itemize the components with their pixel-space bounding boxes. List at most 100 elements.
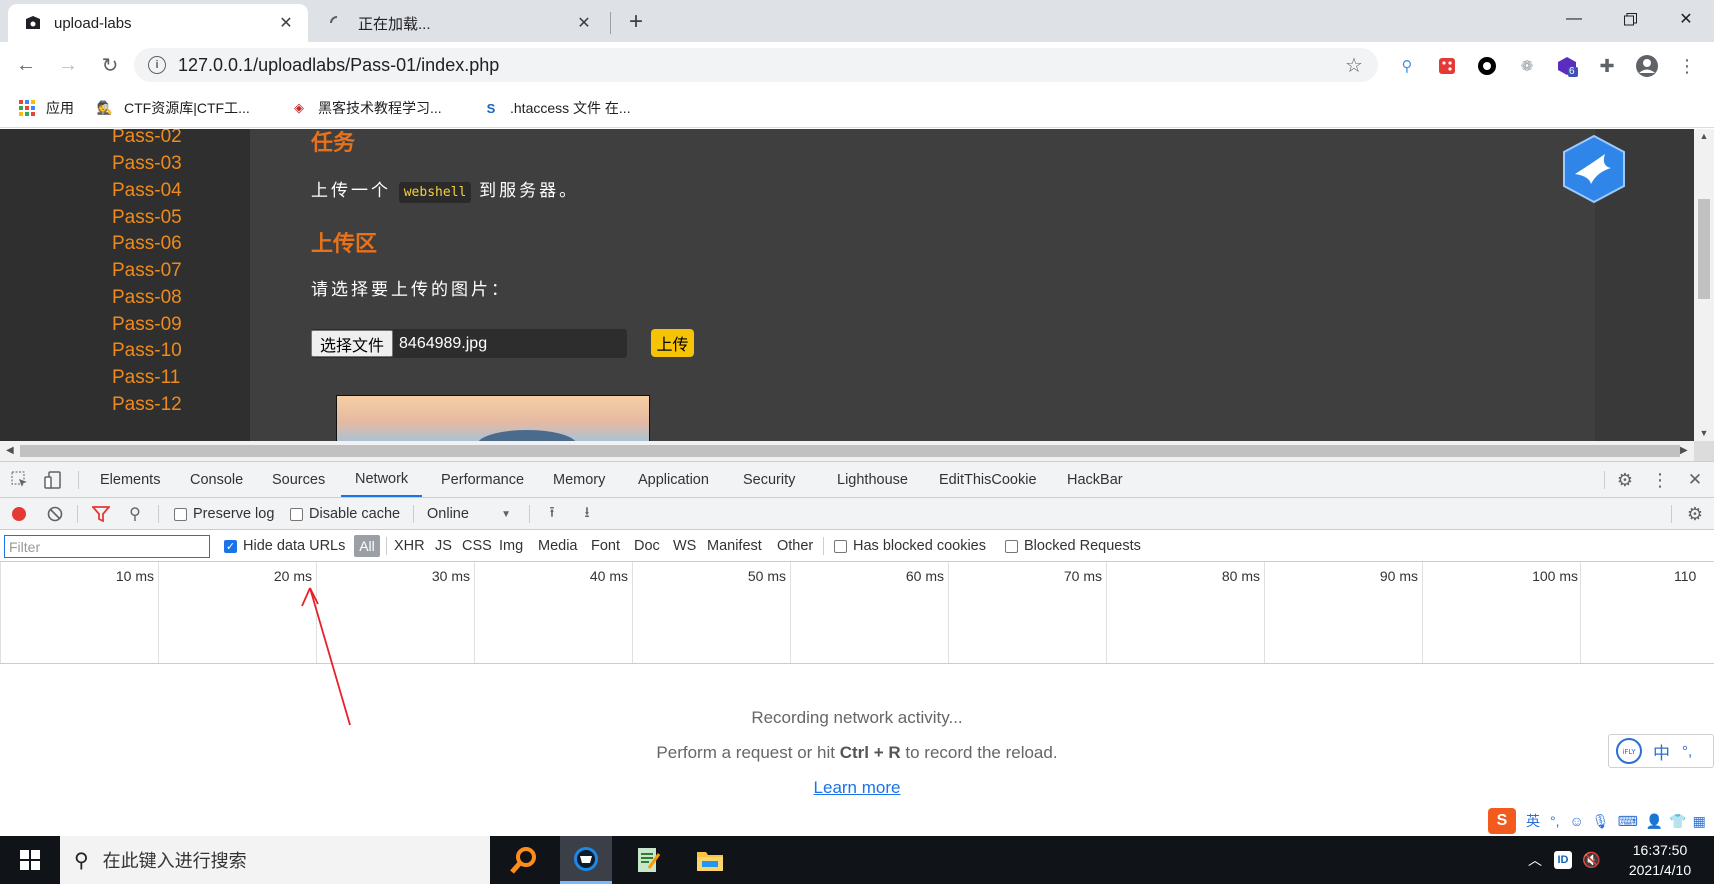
devtools-close-icon[interactable]: ✕ bbox=[1684, 470, 1706, 490]
search-icon[interactable]: ⚲ bbox=[126, 505, 144, 523]
filter-type-doc[interactable]: Doc bbox=[634, 538, 660, 554]
bookmark-apps[interactable]: 应用 bbox=[18, 96, 74, 120]
sidebar-item-pass-09[interactable]: Pass-09 bbox=[112, 314, 182, 336]
record-icon[interactable] bbox=[10, 505, 28, 523]
address-bar[interactable]: i 127.0.0.1/uploadlabs/Pass-01/index.php… bbox=[134, 48, 1378, 82]
new-tab-button[interactable]: + bbox=[622, 8, 650, 36]
checkbox-box[interactable] bbox=[290, 507, 303, 521]
restore-icon[interactable] bbox=[1602, 0, 1658, 38]
filter-type-css[interactable]: CSS bbox=[462, 538, 492, 554]
minimize-icon[interactable]: — bbox=[1546, 0, 1602, 38]
tab-lighthouse[interactable]: Lighthouse bbox=[837, 462, 908, 497]
reload-icon[interactable]: ↻ bbox=[96, 51, 124, 79]
filter-type-all[interactable]: All bbox=[354, 535, 380, 557]
export-har-icon[interactable]: ⭳ bbox=[578, 504, 596, 523]
sidebar-item-pass-03[interactable]: Pass-03 bbox=[112, 153, 182, 175]
settings-gear-icon[interactable]: ⚙ bbox=[1614, 470, 1636, 490]
tab-hackbar[interactable]: HackBar bbox=[1067, 462, 1123, 497]
scroll-thumb[interactable] bbox=[20, 445, 1680, 457]
location-pin-icon[interactable]: ⚲ bbox=[1395, 54, 1419, 78]
import-har-icon[interactable]: ⭱ bbox=[543, 504, 561, 523]
filter-type-font[interactable]: Font bbox=[591, 538, 620, 554]
tab-console[interactable]: Console bbox=[190, 462, 243, 497]
scroll-thumb[interactable] bbox=[1698, 199, 1710, 299]
clear-icon[interactable] bbox=[46, 505, 64, 523]
device-toolbar-icon[interactable] bbox=[43, 470, 63, 490]
file-explorer-icon[interactable] bbox=[684, 836, 736, 884]
dice-extension-icon[interactable] bbox=[1435, 54, 1459, 78]
scroll-left-icon[interactable]: ◀ bbox=[6, 445, 14, 456]
tray-expand-icon[interactable]: ︿ bbox=[1528, 850, 1542, 870]
tab-elements[interactable]: Elements bbox=[100, 462, 160, 497]
sidebar-item-pass-07[interactable]: Pass-07 bbox=[112, 260, 182, 282]
ring-extension-icon[interactable] bbox=[1475, 54, 1499, 78]
taskbar-clock[interactable]: 16:37:50 2021/4/10 bbox=[1620, 840, 1700, 880]
sogou-status-bar[interactable]: S 英 °, ☺ 🎙 ⌨ 👤 👕 ▦ bbox=[1488, 806, 1714, 836]
sidebar-item-pass-04[interactable]: Pass-04 bbox=[112, 180, 182, 202]
profile-avatar-icon[interactable] bbox=[1635, 54, 1659, 78]
upload-button[interactable]: 上传 bbox=[651, 329, 694, 357]
tab-security[interactable]: Security bbox=[743, 462, 795, 497]
choose-file-button[interactable]: 选择文件 bbox=[311, 330, 394, 357]
learn-more-link[interactable]: Learn more bbox=[814, 778, 901, 797]
tab-close-icon[interactable]: ✕ bbox=[574, 13, 594, 33]
window-close-icon[interactable]: ✕ bbox=[1658, 0, 1714, 38]
filter-type-manifest[interactable]: Manifest bbox=[707, 538, 762, 554]
hide-data-urls-checkbox[interactable]: ✓ Hide data URLs bbox=[224, 530, 345, 562]
tab-editthiscookie[interactable]: EditThisCookie bbox=[939, 462, 1037, 497]
cluster-extension-icon[interactable]: ❁ bbox=[1515, 54, 1539, 78]
filter-type-js[interactable]: JS bbox=[435, 538, 452, 554]
scroll-down-icon[interactable]: ▼ bbox=[1694, 428, 1714, 438]
bookmark-star-icon[interactable]: ☆ bbox=[1342, 53, 1366, 78]
page-horizontal-scrollbar[interactable]: ◀ ▶ bbox=[0, 441, 1694, 461]
checkbox-box[interactable] bbox=[834, 539, 847, 553]
filter-type-media[interactable]: Media bbox=[538, 538, 578, 554]
cube-extension-icon[interactable]: 6 bbox=[1555, 54, 1579, 78]
tab-sources[interactable]: Sources bbox=[272, 462, 325, 497]
filter-funnel-icon[interactable] bbox=[91, 505, 111, 523]
sidebar-item-pass-06[interactable]: Pass-06 bbox=[112, 233, 182, 255]
ime-floating-bar[interactable]: iFLY 中 °, bbox=[1608, 734, 1714, 768]
network-settings-icon[interactable]: ⚙ bbox=[1684, 504, 1706, 524]
menu-kebab-icon[interactable]: ⋮ bbox=[1675, 54, 1699, 78]
throttling-select[interactable]: Online ▼ bbox=[427, 498, 517, 530]
sidebar-item-pass-08[interactable]: Pass-08 bbox=[112, 287, 182, 309]
sidebar-item-pass-10[interactable]: Pass-10 bbox=[112, 340, 182, 362]
filter-type-ws[interactable]: WS bbox=[673, 538, 696, 554]
bookmark-hacker[interactable]: ◈ 黑客技术教程学习... bbox=[290, 96, 442, 120]
disable-cache-checkbox[interactable]: Disable cache bbox=[290, 498, 400, 530]
scroll-up-icon[interactable]: ▲ bbox=[1694, 131, 1714, 141]
site-info-icon[interactable]: i bbox=[148, 56, 166, 74]
devtools-menu-icon[interactable]: ⋮ bbox=[1649, 470, 1671, 490]
tab-loading[interactable]: 正在加载... ✕ bbox=[316, 4, 606, 42]
bookmark-ctf[interactable]: 🕵 CTF资源库|CTF工... bbox=[96, 96, 250, 120]
scroll-right-icon[interactable]: ▶ bbox=[1680, 445, 1688, 456]
taskbar-search[interactable]: ⚲ 在此键入进行搜索 bbox=[60, 836, 490, 884]
volume-muted-icon[interactable]: 🔇 bbox=[1582, 851, 1601, 869]
sidebar-item-pass-05[interactable]: Pass-05 bbox=[112, 207, 182, 229]
preserve-log-checkbox[interactable]: Preserve log bbox=[174, 498, 274, 530]
has-blocked-cookies-checkbox[interactable]: Has blocked cookies bbox=[834, 530, 986, 562]
sidebar-item-pass-02[interactable]: Pass-02 bbox=[112, 129, 182, 148]
checkbox-box-checked[interactable]: ✓ bbox=[224, 539, 237, 553]
tab-upload-labs[interactable]: upload-labs ✕ bbox=[8, 4, 308, 42]
network-overview-timeline[interactable]: 10 ms 20 ms 30 ms 40 ms 50 ms 60 ms 70 m… bbox=[0, 562, 1714, 664]
notepad-app-icon[interactable] bbox=[622, 836, 674, 884]
filter-input[interactable]: Filter bbox=[4, 535, 210, 558]
tab-application[interactable]: Application bbox=[638, 462, 709, 497]
forward-icon[interactable]: → bbox=[54, 51, 82, 79]
bookmark-htaccess[interactable]: S .htaccess 文件 在... bbox=[482, 96, 631, 120]
sidebar-item-pass-12[interactable]: Pass-12 bbox=[112, 394, 182, 416]
search-tool-app-icon[interactable] bbox=[498, 836, 550, 884]
filter-type-other[interactable]: Other bbox=[777, 538, 813, 554]
checkbox-box[interactable] bbox=[174, 507, 187, 521]
tab-performance[interactable]: Performance bbox=[441, 462, 524, 497]
file-input[interactable]: 选择文件 8464989.jpg bbox=[311, 329, 627, 358]
filter-type-img[interactable]: Img bbox=[499, 538, 523, 554]
blocked-requests-checkbox[interactable]: Blocked Requests bbox=[1005, 530, 1141, 562]
filter-type-xhr[interactable]: XHR bbox=[394, 538, 425, 554]
chrome-app-icon[interactable] bbox=[560, 836, 612, 884]
tab-network[interactable]: Network bbox=[341, 462, 423, 497]
windows-start-icon[interactable] bbox=[0, 836, 60, 884]
extensions-puzzle-icon[interactable]: ✚ bbox=[1595, 54, 1619, 78]
